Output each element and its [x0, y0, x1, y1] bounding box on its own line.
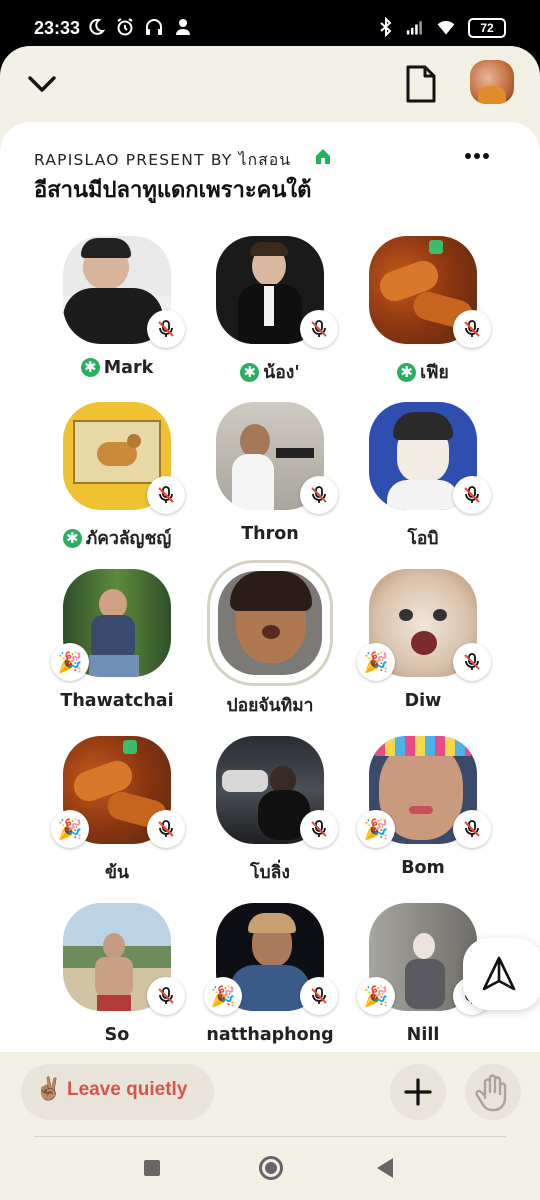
leave-quietly-label: Leave quietly: [67, 1079, 188, 1100]
document-icon[interactable]: [404, 64, 438, 104]
mic-muted-icon: [453, 643, 491, 681]
speaker-tile[interactable]: 🎉 ข้น: [42, 736, 192, 896]
moon-icon: [89, 18, 106, 35]
mic-muted-icon: [300, 310, 338, 348]
mic-muted-icon: [453, 810, 491, 848]
triangle-back-icon[interactable]: [377, 1158, 393, 1178]
speaker-name: ✱ เฟีย: [348, 358, 498, 386]
speaker-tile[interactable]: 🎉 Thawatchai: [42, 569, 192, 729]
wifi-icon: [437, 20, 455, 35]
system-nav-bar: [0, 1134, 540, 1200]
moderator-star-icon: ✱: [240, 363, 260, 382]
mic-muted-icon: [453, 476, 491, 514]
status-time: 23:33: [34, 18, 81, 38]
alarm-icon: [117, 18, 133, 36]
add-button[interactable]: [390, 1064, 446, 1120]
headphones-icon: [146, 19, 162, 35]
mic-muted-icon: [147, 977, 185, 1015]
speaker-tile[interactable]: ✱ ภัควลัญชญ์: [42, 402, 192, 562]
speaker-name: natthaphong: [206, 1025, 334, 1045]
room-card: RAPISLAO PRESENT BY ไกสอน อีสานมีปลาทูแด…: [0, 122, 540, 1200]
more-dots-icon[interactable]: [462, 146, 492, 166]
signal-icon: [406, 21, 422, 35]
person-icon: [176, 19, 190, 35]
speaker-tile[interactable]: 🎉 Bom: [348, 736, 498, 896]
speaker-name: ✱ ภัควลัญชญ์: [42, 524, 192, 552]
raise-hand-icon: [475, 1074, 507, 1112]
mic-muted-icon: [300, 977, 338, 1015]
speaker-name: So: [104, 1025, 130, 1045]
mic-muted-icon: [300, 810, 338, 848]
moderator-star-icon: ✱: [80, 358, 100, 377]
speaker-name: Thron: [241, 524, 299, 544]
square-icon[interactable]: [144, 1160, 160, 1176]
speaker-tile[interactable]: 🎉 Diw: [348, 569, 498, 729]
mic-muted-icon: [453, 310, 491, 348]
app: RAPISLAO PRESENT BY ไกสอน อีสานมีปลาทูแด…: [0, 46, 540, 1200]
speaker-name: โอบิ: [407, 529, 439, 549]
party-popper-icon: 🎉: [51, 643, 89, 681]
bottom-action-bar: ✌🏽 Leave quietly: [0, 1052, 540, 1134]
speaker-name: ข้น: [105, 863, 129, 883]
leave-quietly-button[interactable]: ✌🏽 Leave quietly: [21, 1064, 214, 1120]
share-send-icon: [482, 956, 516, 991]
speaker-tile[interactable]: So: [42, 903, 192, 1063]
speaker-tile[interactable]: ✱ Mark: [42, 236, 192, 396]
speaker-name: โบลิ่ง: [250, 863, 290, 883]
peace-hand-icon: ✌🏽: [35, 1077, 63, 1102]
mic-muted-icon: [147, 810, 185, 848]
party-popper-icon: 🎉: [204, 977, 242, 1015]
moderator-star-icon: ✱: [397, 363, 417, 382]
mic-muted-icon: [147, 310, 185, 348]
party-popper-icon: 🎉: [357, 977, 395, 1015]
speaker-name: ✱ น้อง': [195, 358, 345, 386]
share-button[interactable]: [463, 938, 540, 1010]
top-bar: [0, 46, 540, 122]
battery-indicator: 72: [468, 18, 506, 38]
room-title: อีสานมีปลาทูแดกเพราะคนใต้: [34, 178, 312, 203]
bluetooth-icon: [380, 17, 392, 37]
raise-hand-button[interactable]: [465, 1064, 521, 1120]
speaker-tile[interactable]: ✱ น้อง': [195, 236, 345, 396]
speaker-name: Bom: [401, 858, 445, 878]
avatar: [210, 563, 330, 683]
moderator-star-icon: ✱: [62, 529, 82, 548]
speaker-name: ปอยจันทิมา: [226, 696, 314, 716]
party-popper-icon: 🎉: [51, 810, 89, 848]
circle-icon[interactable]: [259, 1156, 283, 1180]
mic-muted-icon: [147, 476, 185, 514]
house-icon: [316, 149, 330, 164]
mic-muted-icon: [300, 476, 338, 514]
speaker-tile[interactable]: 🎉 natthaphong: [195, 903, 345, 1063]
party-popper-icon: 🎉: [357, 810, 395, 848]
plus-icon: [404, 1078, 432, 1106]
divider: [34, 1136, 506, 1137]
speaker-name: ✱ Mark: [42, 358, 192, 378]
speaker-name: Diw: [404, 691, 442, 711]
user-avatar[interactable]: [470, 60, 514, 104]
chevron-down-icon[interactable]: [24, 66, 60, 102]
speaker-tile[interactable]: ✱ เฟีย: [348, 236, 498, 396]
speaker-tile[interactable]: ปอยจันทิมา: [195, 563, 345, 729]
speaker-tile[interactable]: โอบิ: [348, 402, 498, 562]
party-popper-icon: 🎉: [357, 643, 395, 681]
speaker-name: Thawatchai: [60, 691, 174, 711]
speaker-name: Nill: [406, 1025, 440, 1045]
speaker-tile[interactable]: โบลิ่ง: [195, 736, 345, 896]
speaker-tile[interactable]: Thron: [195, 402, 345, 562]
room-club-line[interactable]: RAPISLAO PRESENT BY ไกสอน: [34, 147, 291, 172]
